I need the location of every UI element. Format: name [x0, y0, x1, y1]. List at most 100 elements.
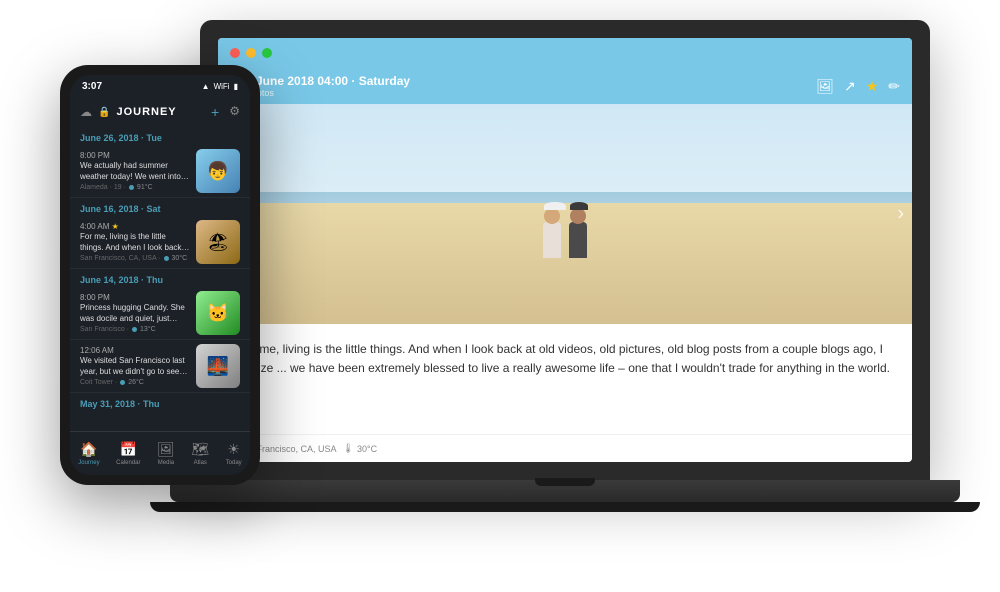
location-text: Coit Tower ·	[80, 379, 117, 386]
tab-calendar[interactable]: 📅 Calendar	[116, 441, 140, 466]
settings-button[interactable]: ⚙	[229, 104, 240, 120]
phone-statusbar: 3:07 ▲ WiFi ▮	[70, 75, 250, 97]
traffic-light-red[interactable]	[230, 48, 240, 58]
phone-nav: ☁ 🔒 JOURNEY + ⚙	[70, 97, 250, 127]
location-text: San Francisco, CA, USA ·	[80, 255, 161, 262]
media-tab-label: Media	[158, 460, 174, 466]
entry-header: ‹ 16 June 2018 04:00 · Saturday 3 photos…	[218, 68, 912, 104]
image-icon[interactable]: 🖼	[816, 78, 834, 95]
location-text: Alameda · 19 ·	[80, 184, 126, 191]
traffic-light-yellow[interactable]	[246, 48, 256, 58]
person-2	[569, 208, 587, 258]
img-beach: 🏖	[196, 220, 240, 264]
entry-date-info: 16 June 2018 04:00 · Saturday 3 photos	[239, 74, 808, 98]
entry-actions: 🖼 ↗ ★ ✏	[816, 78, 900, 95]
next-image-button[interactable]: ›	[897, 203, 904, 226]
head-2	[570, 208, 586, 224]
weather-dot	[120, 380, 125, 385]
laptop-body: ‹ 16 June 2018 04:00 · Saturday 3 photos…	[200, 20, 930, 480]
body-1	[543, 222, 561, 258]
date-group-4: May 31, 2018 · Thu	[70, 393, 250, 411]
tab-media[interactable]: 🖼 Media	[157, 441, 175, 466]
star-icon[interactable]: ★	[866, 78, 879, 95]
phone-nav-left: ☁ 🔒 JOURNEY	[80, 105, 177, 119]
entry-preview: Princess hugging Candy. She was docile a…	[80, 303, 190, 324]
entry-photos-count: 3 photos	[239, 88, 808, 98]
entry-image: ‹ ›	[218, 104, 912, 324]
wifi-icon: WiFi	[214, 82, 230, 91]
edit-icon[interactable]: ✏	[888, 78, 900, 95]
add-entry-button[interactable]: +	[211, 104, 219, 120]
entry-preview: For me, living is the little things. And…	[80, 232, 190, 253]
date-group-2: June 16, 2018 · Sat 4:00 AM ★ For me, li…	[70, 198, 250, 269]
date-header-1: June 26, 2018 · Tue	[70, 127, 250, 145]
entry-time: 4:00 AM ★	[80, 222, 190, 231]
tab-today[interactable]: ☀ Today	[226, 441, 242, 466]
entry-meta: San Francisco · 13°C	[80, 326, 190, 333]
phone-tab-bar: 🏠 Journey 📅 Calendar 🖼 Media 🗺 Atlas ☀	[70, 431, 250, 475]
journal-list: June 26, 2018 · Tue 8:00 PM We actually …	[70, 127, 250, 431]
list-item[interactable]: 8:00 PM Princess hugging Candy. She was …	[70, 287, 250, 340]
temp: 26°C	[128, 379, 144, 386]
app-name: JOURNEY	[116, 106, 176, 118]
date-header-4: May 31, 2018 · Thu	[70, 393, 250, 411]
people-figure	[543, 208, 587, 258]
journey-tab-label: Journey	[78, 460, 99, 466]
weather-dot	[164, 256, 169, 261]
star-badge: ★	[112, 222, 119, 231]
today-tab-label: Today	[226, 460, 242, 466]
entry-temperature: 30°C	[357, 444, 377, 454]
entry-item-content: 12:06 AM We visited San Francisco last y…	[80, 346, 190, 386]
laptop-screen: ‹ 16 June 2018 04:00 · Saturday 3 photos…	[218, 38, 912, 462]
laptop-bottom	[150, 502, 980, 512]
list-item[interactable]: 12:06 AM We visited San Francisco last y…	[70, 340, 250, 393]
entry-preview: We visited San Francisco last year, but …	[80, 356, 190, 377]
lock-icon: 🔒	[98, 107, 110, 118]
atlas-tab-label: Atlas	[194, 460, 207, 466]
entry-thumbnail: 👦	[196, 149, 240, 193]
calendar-tab-icon: 📅	[120, 441, 137, 458]
titlebar	[218, 38, 912, 68]
temp: 13°C	[140, 326, 156, 333]
weather-dot	[132, 327, 137, 332]
cloud-icon: ☁	[80, 105, 92, 119]
signal-icon: ▲	[202, 82, 210, 91]
body-2	[569, 222, 587, 258]
temp: 91°C	[137, 184, 153, 191]
entry-thumbnail: 🐱	[196, 291, 240, 335]
img-bridge: 🌉	[196, 344, 240, 388]
entry-preview: We actually had summer weather today! We…	[80, 161, 190, 182]
head-1	[544, 208, 560, 224]
journal-app: ‹ 16 June 2018 04:00 · Saturday 3 photos…	[218, 38, 912, 462]
entry-text: For me, living is the little things. And…	[238, 340, 892, 378]
weather-dot	[129, 185, 134, 190]
person-1	[543, 208, 561, 258]
entry-meta: Coit Tower · 26°C	[80, 379, 190, 386]
entry-item-content: 8:00 PM Princess hugging Candy. She was …	[80, 293, 190, 333]
entry-item-content: 4:00 AM ★ For me, living is the little t…	[80, 222, 190, 262]
list-item[interactable]: 4:00 AM ★ For me, living is the little t…	[70, 216, 250, 269]
media-tab-icon: 🖼	[157, 441, 175, 458]
img-person: 👦	[196, 149, 240, 193]
tab-journey[interactable]: 🏠 Journey	[78, 441, 99, 466]
entry-footer: San Francisco, CA, USA 🌡 30°C	[218, 434, 912, 462]
traffic-light-green[interactable]	[262, 48, 272, 58]
entry-time: 8:00 PM	[80, 151, 190, 160]
entry-meta: San Francisco, CA, USA · 30°C	[80, 255, 190, 262]
hat-2	[570, 202, 588, 210]
date-header-3: June 14, 2018 · Thu	[70, 269, 250, 287]
tab-atlas[interactable]: 🗺 Atlas	[191, 441, 209, 466]
date-group-1: June 26, 2018 · Tue 8:00 PM We actually …	[70, 127, 250, 198]
entry-text-area: For me, living is the little things. And…	[218, 324, 912, 434]
share-icon[interactable]: ↗	[844, 78, 856, 95]
phone-time: 3:07	[82, 81, 102, 92]
img-cat: 🐱	[196, 291, 240, 335]
battery-icon: ▮	[234, 82, 238, 91]
phone: 3:07 ▲ WiFi ▮ ☁ 🔒 JOURNEY + ⚙	[60, 65, 260, 485]
hat-1	[544, 202, 566, 210]
scene: ‹ 16 June 2018 04:00 · Saturday 3 photos…	[0, 0, 1000, 592]
list-item[interactable]: 8:00 PM We actually had summer weather t…	[70, 145, 250, 198]
laptop-notch	[535, 478, 595, 486]
weather-icon: 🌡	[343, 443, 354, 454]
date-group-3: June 14, 2018 · Thu 8:00 PM Princess hug…	[70, 269, 250, 393]
